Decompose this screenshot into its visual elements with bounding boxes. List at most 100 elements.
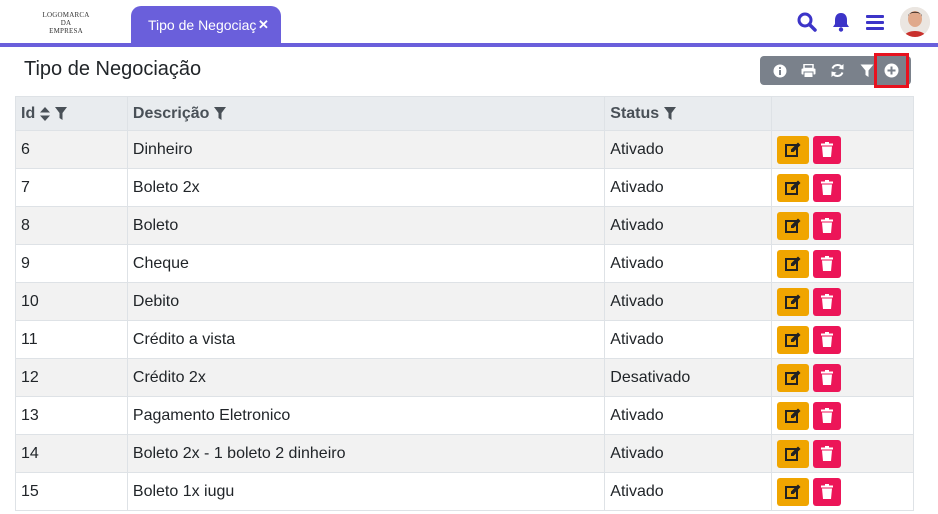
- filter-icon[interactable]: [55, 107, 68, 120]
- column-header-id[interactable]: Id: [15, 96, 128, 131]
- tab-tipo-de-negociacao[interactable]: Tipo de Negociação ✕: [131, 6, 281, 44]
- cell-status: Ativado: [604, 206, 773, 245]
- edit-button[interactable]: [777, 287, 810, 316]
- sort-icon[interactable]: [40, 106, 51, 121]
- edit-icon: [785, 370, 801, 385]
- cell-description: Dinheiro: [126, 130, 606, 169]
- table-row[interactable]: 6 Dinheiro Ativado: [15, 130, 914, 169]
- trash-icon: [821, 332, 834, 347]
- edit-icon: [785, 332, 801, 347]
- trash-icon: [821, 142, 834, 157]
- edit-button[interactable]: [777, 135, 810, 164]
- cell-status: Ativado: [604, 130, 773, 169]
- table-body: 6 Dinheiro Ativado 7 Boleto 2x Ativado 8…: [15, 130, 914, 511]
- delete-button[interactable]: [813, 211, 842, 240]
- tab-close-icon[interactable]: ✕: [258, 17, 269, 33]
- search-icon[interactable]: [796, 11, 818, 33]
- cell-description: Boleto 2x: [126, 168, 606, 207]
- table-row[interactable]: 12 Crédito 2x Desativado: [15, 358, 914, 397]
- cell-status: Ativado: [604, 434, 773, 473]
- bell-icon[interactable]: [830, 11, 852, 33]
- filter-icon[interactable]: [214, 107, 227, 120]
- menu-icon[interactable]: [864, 11, 886, 33]
- delete-button[interactable]: [813, 439, 842, 468]
- table-row[interactable]: 11 Crédito a vista Ativado: [15, 320, 914, 359]
- trash-icon: [821, 180, 834, 195]
- column-header-description[interactable]: Descrição: [126, 96, 606, 131]
- print-button[interactable]: [794, 56, 823, 85]
- trash-icon: [821, 446, 834, 461]
- avatar[interactable]: [900, 7, 930, 37]
- edit-icon: [785, 294, 801, 309]
- delete-button[interactable]: [813, 325, 842, 354]
- cell-id: 12: [15, 358, 128, 397]
- table-row[interactable]: 15 Boleto 1x iugu Ativado: [15, 472, 914, 511]
- cell-description: Crédito a vista: [126, 320, 606, 359]
- edit-button[interactable]: [777, 401, 810, 430]
- table-row[interactable]: 8 Boleto Ativado: [15, 206, 914, 245]
- filter-icon: [860, 64, 873, 77]
- table-row[interactable]: 10 Debito Ativado: [15, 282, 914, 321]
- company-logo[interactable]: LOGOMARCA DA EMPRESA: [30, 11, 102, 35]
- trash-icon: [821, 294, 834, 309]
- cell-id: 9: [15, 244, 128, 283]
- column-header-description-label: Descrição: [132, 104, 210, 122]
- delete-button[interactable]: [813, 363, 842, 392]
- filter-icon[interactable]: [664, 107, 677, 120]
- cell-actions: [771, 396, 914, 435]
- cell-description: Crédito 2x: [126, 358, 606, 397]
- delete-button[interactable]: [813, 249, 842, 278]
- edit-icon: [785, 218, 801, 233]
- cell-id: 8: [15, 206, 128, 245]
- edit-icon: [785, 446, 801, 461]
- table-row[interactable]: 14 Boleto 2x - 1 boleto 2 dinheiro Ativa…: [15, 434, 914, 473]
- trash-icon: [821, 256, 834, 271]
- logo-line-1: LOGOMARCA: [42, 11, 90, 19]
- delete-button[interactable]: [813, 135, 842, 164]
- edit-button[interactable]: [777, 173, 810, 202]
- cell-actions: [771, 168, 914, 207]
- cell-status: Ativado: [604, 244, 773, 283]
- cell-description: Boleto 2x - 1 boleto 2 dinheiro: [126, 434, 606, 473]
- cell-id: 13: [15, 396, 128, 435]
- cell-actions: [771, 320, 914, 359]
- cell-actions: [771, 434, 914, 473]
- cell-id: 14: [15, 434, 128, 473]
- accent-line: [0, 43, 938, 47]
- cell-description: Cheque: [126, 244, 606, 283]
- edit-button[interactable]: [777, 249, 810, 278]
- table-row[interactable]: 13 Pagamento Eletronico Ativado: [15, 396, 914, 435]
- cell-actions: [771, 358, 914, 397]
- cell-id: 6: [15, 130, 128, 169]
- trash-icon: [821, 484, 834, 499]
- cell-actions: [771, 130, 914, 169]
- column-header-id-label: Id: [21, 104, 36, 122]
- logo-line-3: EMPRESA: [49, 27, 83, 35]
- edit-button[interactable]: [777, 363, 810, 392]
- cell-id: 11: [15, 320, 128, 359]
- info-button[interactable]: [765, 56, 794, 85]
- delete-button[interactable]: [813, 173, 842, 202]
- cell-actions: [771, 244, 914, 283]
- tab-label: Tipo de Negociação: [148, 17, 256, 33]
- delete-button[interactable]: [813, 477, 842, 506]
- cell-description: Boleto: [126, 206, 606, 245]
- edit-button[interactable]: [777, 477, 810, 506]
- add-icon: [884, 63, 899, 78]
- page-title: Tipo de Negociação: [24, 58, 202, 80]
- table-row[interactable]: 7 Boleto 2x Ativado: [15, 168, 914, 207]
- refresh-button[interactable]: [823, 56, 852, 85]
- edit-button[interactable]: [777, 211, 810, 240]
- print-icon: [801, 63, 816, 78]
- add-button[interactable]: [874, 53, 909, 88]
- delete-button[interactable]: [813, 401, 842, 430]
- table-row[interactable]: 9 Cheque Ativado: [15, 244, 914, 283]
- column-header-status-label: Status: [610, 104, 660, 122]
- delete-button[interactable]: [813, 287, 842, 316]
- cell-id: 7: [15, 168, 128, 207]
- trash-icon: [821, 370, 834, 385]
- column-header-status[interactable]: Status: [604, 96, 773, 131]
- edit-button[interactable]: [777, 439, 810, 468]
- cell-description: Pagamento Eletronico: [126, 396, 606, 435]
- edit-button[interactable]: [777, 325, 810, 354]
